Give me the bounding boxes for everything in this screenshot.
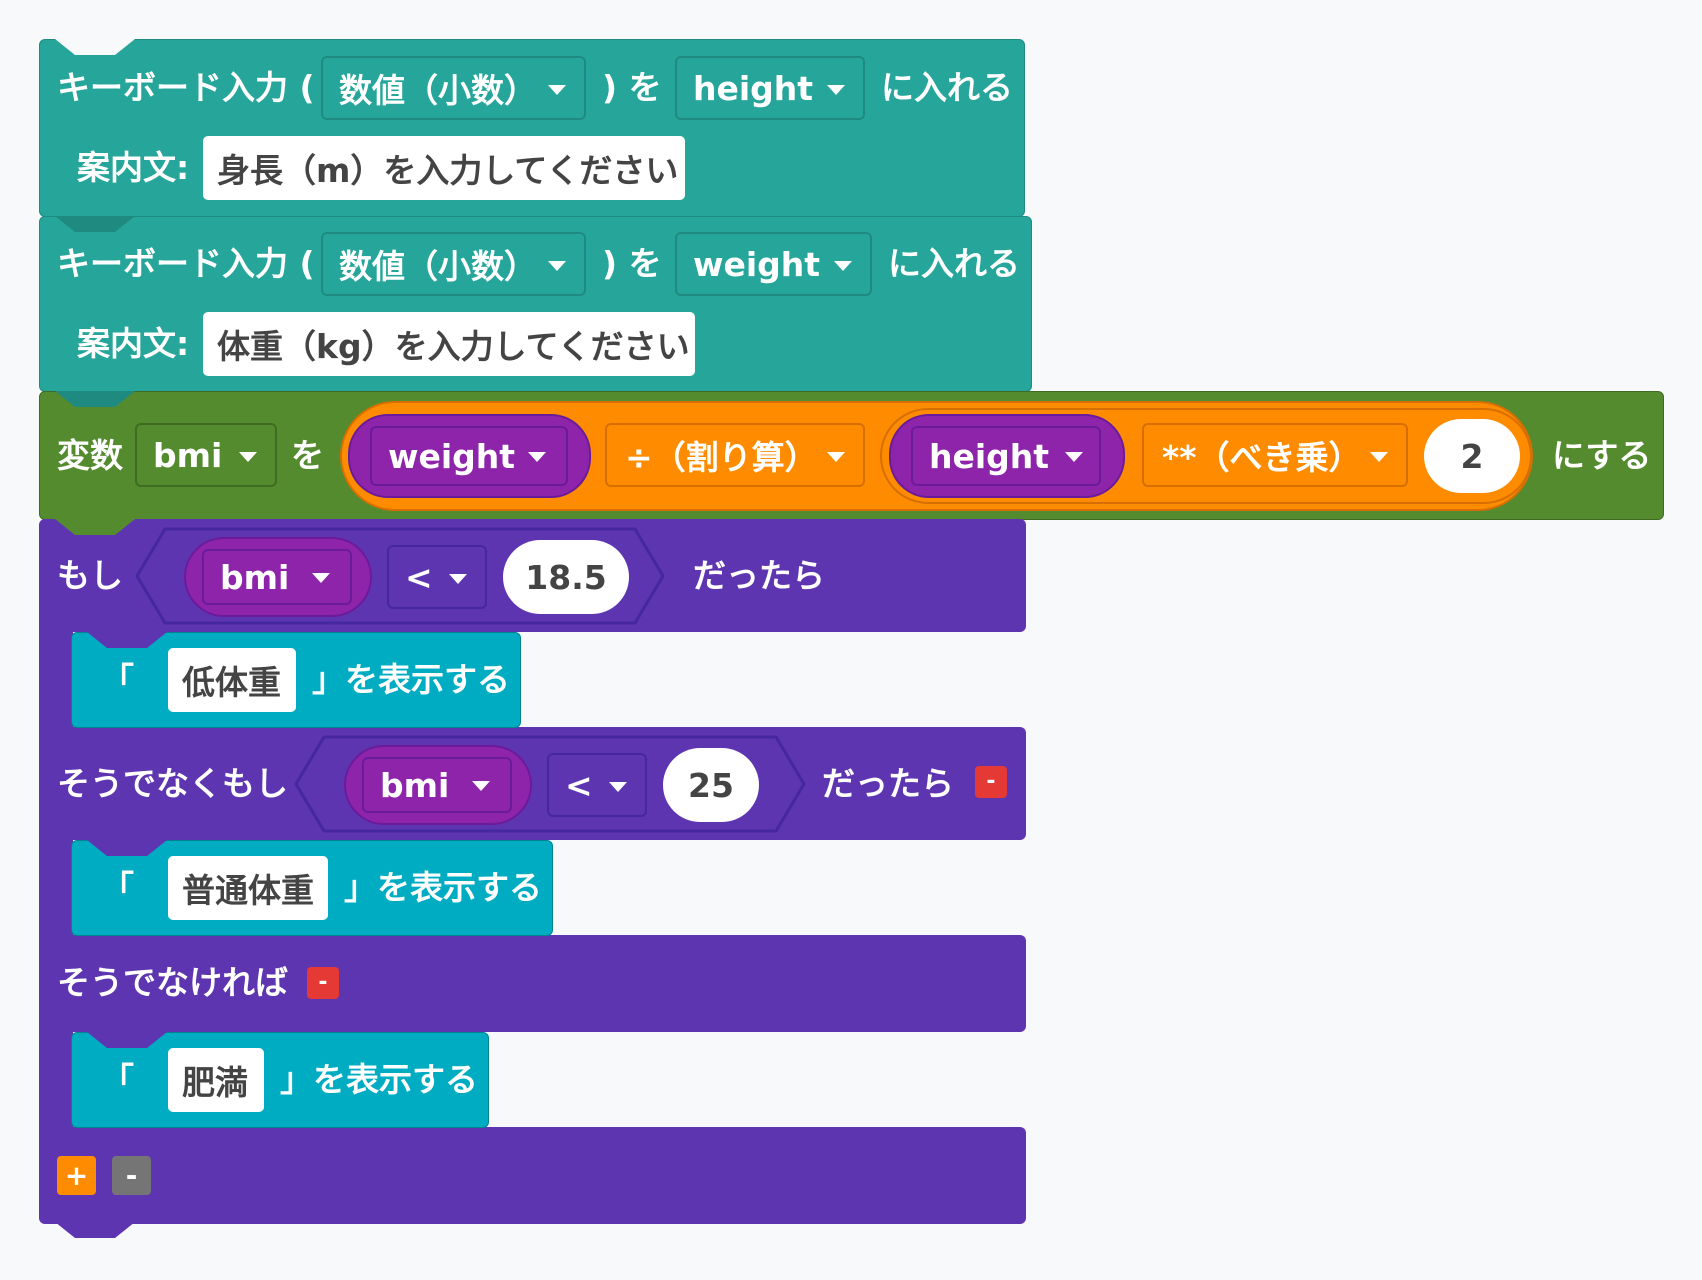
- remove-branch-button[interactable]: -: [112, 1156, 151, 1195]
- chevron-down-icon: [834, 261, 852, 271]
- input-end-text: に入れる: [888, 244, 1020, 283]
- print-close-label: 」を表示する: [280, 1060, 478, 1099]
- if-threshold-number-field[interactable]: 18.5: [503, 540, 629, 614]
- if-then-label: だったら: [693, 556, 825, 595]
- chevron-down-icon: [827, 85, 845, 95]
- chevron-down-icon: [472, 781, 490, 791]
- height-variable-reporter[interactable]: height: [889, 414, 1125, 498]
- block-notch: [87, 632, 167, 648]
- bmi-variable-reporter[interactable]: bmi: [184, 537, 372, 617]
- chevron-down-icon: [548, 261, 566, 271]
- comparison-operator-dropdown[interactable]: <: [547, 753, 647, 817]
- bmi-variable-reporter[interactable]: bmi: [344, 745, 532, 825]
- keyboard-input-label: キーボード入力 (: [57, 244, 315, 283]
- block-bottom-tab: [55, 1222, 135, 1238]
- print-open-bracket: 「: [101, 1060, 134, 1099]
- input-mid-text: ) を: [602, 68, 662, 107]
- prompt-text-field[interactable]: 体重（kg）を入力してください: [203, 312, 695, 376]
- block-notch: [87, 840, 167, 856]
- power-operator-dropdown[interactable]: **（べき乗）: [1142, 423, 1408, 487]
- chevron-down-icon: [1370, 452, 1388, 462]
- add-branch-button[interactable]: +: [57, 1156, 96, 1195]
- print-text-field[interactable]: 低体重: [168, 648, 296, 712]
- divide-operator-dropdown[interactable]: ÷（割り算）: [605, 423, 865, 487]
- chevron-down-icon: [609, 782, 627, 792]
- prompt-label: 案内文:: [77, 148, 190, 187]
- if-block-spine-1: [39, 630, 73, 730]
- if-block-footer: [39, 1127, 1026, 1224]
- set-variable-end: にする: [1552, 436, 1652, 475]
- print-text-field[interactable]: 普通体重: [168, 856, 328, 920]
- elif-then-label: だったら: [822, 764, 954, 803]
- set-variable-mid: を: [291, 436, 324, 475]
- target-variable-dropdown[interactable]: weight: [675, 232, 872, 296]
- chevron-down-icon: [1065, 452, 1083, 462]
- print-close-label: 」を表示する: [344, 868, 542, 907]
- input-end-text: に入れる: [881, 68, 1013, 107]
- chevron-down-icon: [312, 573, 330, 583]
- print-open-bracket: 「: [101, 660, 134, 699]
- weight-variable-reporter[interactable]: weight: [348, 414, 591, 498]
- chevron-down-icon: [239, 452, 257, 462]
- print-close-label: 」を表示する: [312, 660, 510, 699]
- print-text-field[interactable]: 肥満: [168, 1048, 264, 1112]
- block-notch: [55, 39, 135, 55]
- remove-else-button[interactable]: -: [307, 967, 339, 999]
- else-label: そうでなければ: [57, 963, 288, 1002]
- print-open-bracket: 「: [101, 868, 134, 907]
- keyboard-input-label: キーボード入力 (: [57, 68, 315, 107]
- prompt-text-field[interactable]: 身長（m）を入力してください: [203, 136, 685, 200]
- if-block-spine-3: [39, 1030, 73, 1130]
- input-type-dropdown[interactable]: 数値（小数）: [321, 56, 586, 120]
- elif-threshold-number-field[interactable]: 25: [663, 748, 759, 822]
- block-notch: [87, 1032, 167, 1048]
- remove-elif-button[interactable]: -: [975, 766, 1007, 798]
- input-type-dropdown[interactable]: 数値（小数）: [321, 232, 586, 296]
- if-label: もし: [57, 556, 123, 595]
- chevron-down-icon: [449, 574, 467, 584]
- set-variable-label: 変数: [57, 436, 123, 475]
- chevron-down-icon: [528, 452, 546, 462]
- block-notch: [55, 391, 135, 407]
- comparison-operator-dropdown[interactable]: <: [387, 545, 487, 609]
- block-notch: [55, 519, 135, 535]
- if-block-spine-2: [39, 838, 73, 938]
- exponent-number-field[interactable]: 2: [1424, 419, 1520, 493]
- target-variable-dropdown[interactable]: height: [675, 56, 865, 120]
- input-mid-text: ) を: [602, 244, 662, 283]
- block-notch: [55, 216, 135, 232]
- chevron-down-icon: [827, 452, 845, 462]
- elif-label: そうでなくもし: [57, 764, 288, 803]
- chevron-down-icon: [548, 85, 566, 95]
- prompt-label: 案内文:: [77, 324, 190, 363]
- variable-dropdown[interactable]: bmi: [135, 423, 277, 487]
